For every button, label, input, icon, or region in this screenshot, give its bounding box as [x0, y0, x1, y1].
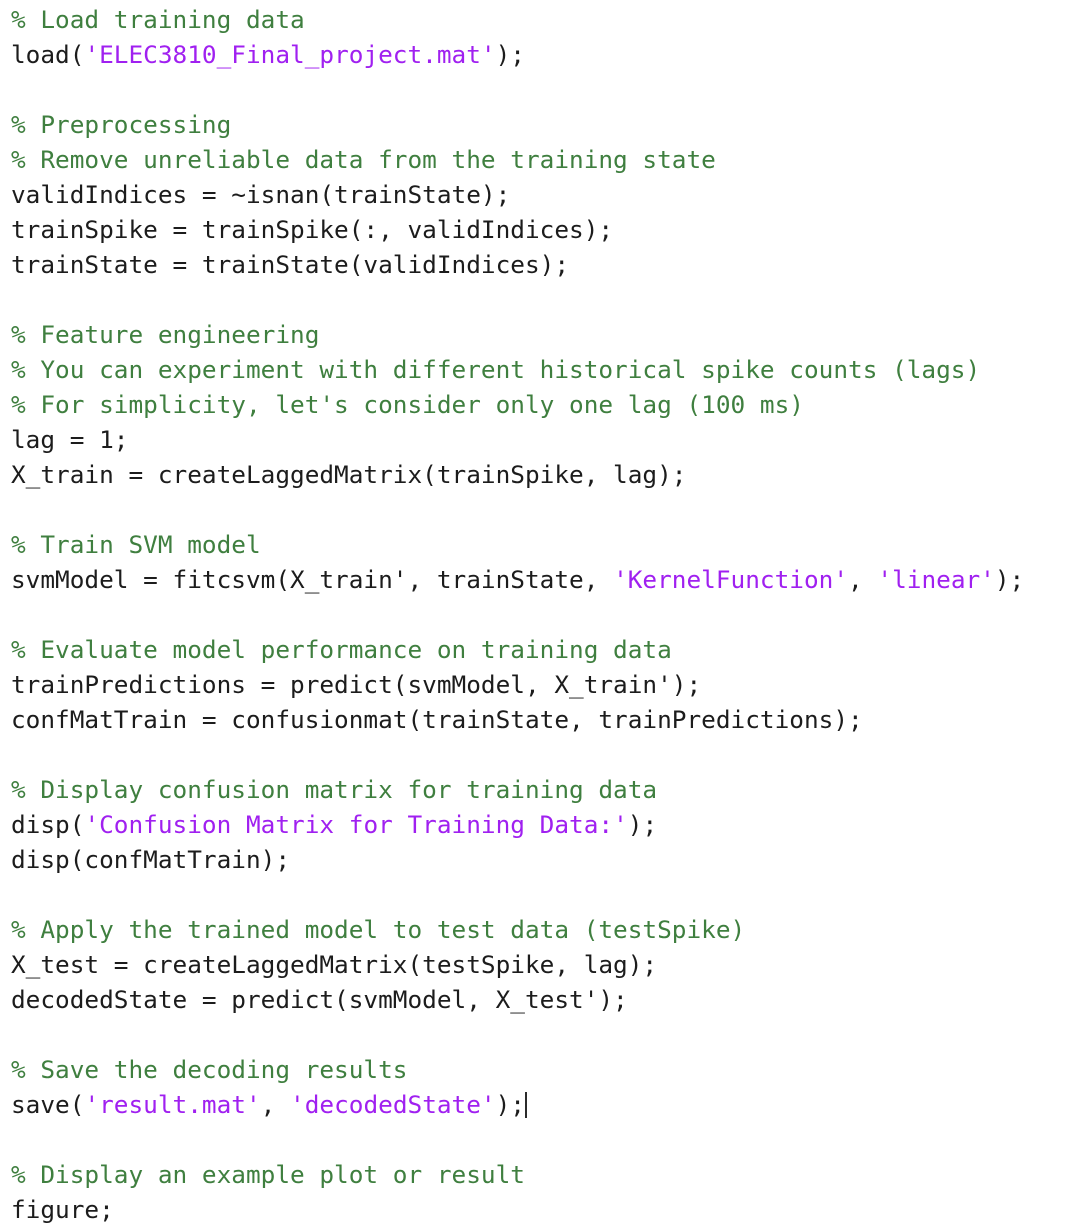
- code-token-code: disp(confMatTrain);: [11, 845, 291, 874]
- code-token-code: load(: [11, 40, 85, 69]
- code-line[interactable]: trainSpike = trainSpike(:, validIndices)…: [11, 212, 1024, 247]
- code-line[interactable]: [11, 737, 1024, 772]
- code-line[interactable]: % Preprocessing: [11, 107, 1024, 142]
- code-line[interactable]: save('result.mat', 'decodedState');: [11, 1087, 1024, 1122]
- code-line[interactable]: % Display an example plot or result: [11, 1157, 1024, 1192]
- code-token-code: confMatTrain = confusionmat(trainState, …: [11, 705, 863, 734]
- code-token-string: 'ELEC3810_Final_project.mat': [84, 40, 496, 69]
- code-token-code: trainSpike = trainSpike(:, validIndices)…: [11, 215, 614, 244]
- code-line[interactable]: disp(confMatTrain);: [11, 842, 1024, 877]
- code-line[interactable]: svmModel = fitcsvm(X_train', trainState,…: [11, 562, 1024, 597]
- code-line[interactable]: % Feature engineering: [11, 317, 1024, 352]
- code-line[interactable]: [11, 1122, 1024, 1157]
- code-token-code: figure;: [11, 1195, 114, 1224]
- code-line[interactable]: load('ELEC3810_Final_project.mat');: [11, 37, 1024, 72]
- code-line[interactable]: % Train SVM model: [11, 527, 1024, 562]
- code-line[interactable]: lag = 1;: [11, 422, 1024, 457]
- code-line[interactable]: [11, 597, 1024, 632]
- code-token-comment: % Feature engineering: [11, 320, 320, 349]
- code-token-string: 'linear': [877, 565, 995, 594]
- code-line[interactable]: [11, 1017, 1024, 1052]
- code-token-code: decodedState = predict(svmModel, X_test'…: [11, 985, 628, 1014]
- code-token-string: 'KernelFunction': [613, 565, 849, 594]
- code-token-code: trainState = trainState(validIndices);: [11, 250, 570, 279]
- code-token-code: trainPredictions = predict(svmModel, X_t…: [11, 670, 702, 699]
- code-token-comment: % Preprocessing: [11, 110, 232, 139]
- code-token-code: ,: [848, 565, 878, 594]
- code-token-comment: % Save the decoding results: [11, 1055, 408, 1084]
- code-line[interactable]: X_test = createLaggedMatrix(testSpike, l…: [11, 947, 1024, 982]
- code-line[interactable]: validIndices = ~isnan(trainState);: [11, 177, 1024, 212]
- code-line[interactable]: [11, 72, 1024, 107]
- code-token-comment: % Remove unreliable data from the traini…: [11, 145, 716, 174]
- code-token-comment: % For simplicity, let's consider only on…: [11, 390, 804, 419]
- code-token-code: disp(: [11, 810, 85, 839]
- code-token-comment: % Load training data: [11, 5, 305, 34]
- code-token-comment: % Train SVM model: [11, 530, 261, 559]
- code-line[interactable]: % Load training data: [11, 2, 1024, 37]
- code-line[interactable]: confMatTrain = confusionmat(trainState, …: [11, 702, 1024, 737]
- code-line[interactable]: % Apply the trained model to test data (…: [11, 912, 1024, 947]
- code-token-comment: % Display confusion matrix for training …: [11, 775, 658, 804]
- code-line[interactable]: trainPredictions = predict(svmModel, X_t…: [11, 667, 1024, 702]
- code-token-code: );: [495, 40, 525, 69]
- code-token-code: );: [627, 810, 658, 839]
- code-token-string: 'result.mat': [84, 1090, 261, 1119]
- code-line[interactable]: X_train = createLaggedMatrix(trainSpike,…: [11, 457, 1024, 492]
- code-token-comment: % Evaluate model performance on training…: [11, 635, 672, 664]
- code-token-code: lag = 1;: [11, 425, 129, 454]
- code-line[interactable]: figure;: [11, 1192, 1024, 1227]
- code-token-code: );: [495, 1090, 525, 1119]
- code-line[interactable]: [11, 877, 1024, 912]
- code-token-code: svmModel = fitcsvm(X_train', trainState,: [11, 565, 614, 594]
- code-line[interactable]: [11, 492, 1024, 527]
- code-line[interactable]: decodedState = predict(svmModel, X_test'…: [11, 982, 1024, 1017]
- code-line[interactable]: % Save the decoding results: [11, 1052, 1024, 1087]
- code-token-code: X_train = createLaggedMatrix(trainSpike,…: [11, 460, 687, 489]
- text-cursor: [525, 1092, 527, 1118]
- code-line[interactable]: disp('Confusion Matrix for Training Data…: [11, 807, 1024, 842]
- code-token-string: 'Confusion Matrix for Training Data:': [84, 810, 628, 839]
- code-line[interactable]: % Evaluate model performance on training…: [11, 632, 1024, 667]
- code-token-code: );: [994, 565, 1025, 594]
- code-token-code: ,: [260, 1090, 291, 1119]
- code-text-area[interactable]: % Load training data load('ELEC3810_Fina…: [11, 2, 1024, 1228]
- code-editor[interactable]: % Load training data load('ELEC3810_Fina…: [0, 0, 1080, 1228]
- code-token-comment: % You can experiment with different hist…: [11, 355, 981, 384]
- code-line[interactable]: [11, 282, 1024, 317]
- code-line[interactable]: trainState = trainState(validIndices);: [11, 247, 1024, 282]
- code-token-code: X_test = createLaggedMatrix(testSpike, l…: [11, 950, 658, 979]
- code-line[interactable]: % For simplicity, let's consider only on…: [11, 387, 1024, 422]
- code-line[interactable]: % You can experiment with different hist…: [11, 352, 1024, 387]
- code-token-code: save(: [11, 1090, 85, 1119]
- code-token-comment: % Display an example plot or result: [11, 1160, 525, 1189]
- code-token-code: validIndices = ~isnan(trainState);: [11, 180, 511, 209]
- code-token-string: 'decodedState': [290, 1090, 496, 1119]
- code-line[interactable]: % Display confusion matrix for training …: [11, 772, 1024, 807]
- code-line[interactable]: % Remove unreliable data from the traini…: [11, 142, 1024, 177]
- code-token-comment: % Apply the trained model to test data (…: [11, 915, 746, 944]
